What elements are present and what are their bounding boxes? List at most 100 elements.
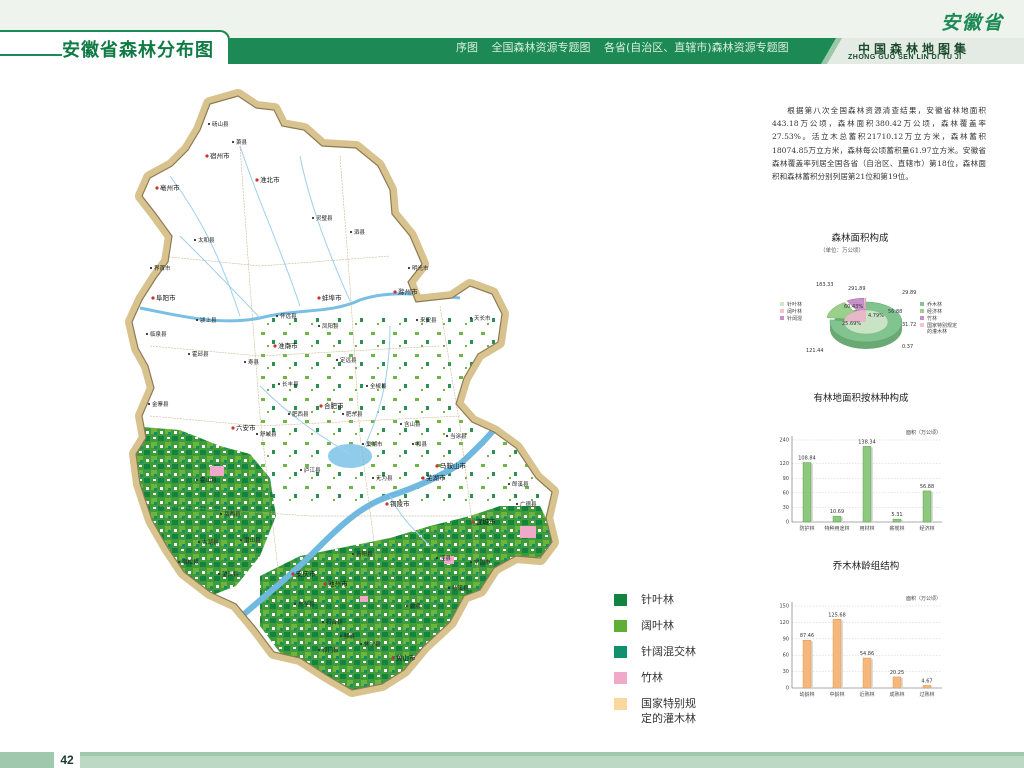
city-dot (351, 552, 355, 556)
bar-ytick: 90 (783, 476, 789, 482)
breadcrumb-item[interactable]: 序图 (456, 41, 478, 54)
city-dot (149, 266, 153, 270)
legend-item-bamboo: 竹林 (614, 670, 734, 696)
footer-inner-band (78, 756, 1024, 768)
city-label: 潜山县 (244, 536, 261, 544)
bar-chart-1-svg: 面积（万公顷） 0 30 60 90 120 240 108.84 防护林 10.69 特种用途林 1… (779, 429, 942, 532)
city-label: 凤阳县 (322, 322, 339, 330)
city-dot (471, 520, 475, 524)
bar-category-label: 中龄林 (829, 691, 844, 698)
city-label: 蚌埠市 (322, 293, 342, 302)
city-label: 望江县 (222, 570, 239, 578)
city-dot (255, 432, 259, 436)
intro-paragraph: 根据第八次全国森林资源清查结果，安徽省林地面积443.18万公顷，森林面积380… (772, 106, 986, 182)
pie-legend-swatch (780, 309, 784, 313)
city-dot (469, 316, 473, 320)
bar-chart-2-title: 乔木林龄组结构 (832, 561, 900, 572)
province-tag: 安徽省 (940, 12, 1004, 34)
city-dot (275, 314, 279, 318)
city-dot (469, 560, 473, 564)
bar-value-label: 5.31 (891, 512, 902, 518)
legend-label: 针叶林 (641, 593, 674, 606)
city-label: 临泉县 (150, 330, 167, 338)
breadcrumb-item[interactable]: 各省(自治区、直辖市)森林资源专题图 (604, 41, 789, 54)
bar-ytick: 60 (783, 653, 789, 659)
bar-category-label: 用材林 (859, 525, 874, 532)
city-dot (277, 382, 281, 386)
city-label: 庐江县 (304, 466, 321, 474)
city-label: 金寨县 (152, 400, 169, 408)
city-dot (319, 404, 323, 408)
bar-ytick: 0 (786, 520, 789, 526)
city-label: 安庆市 (296, 569, 316, 578)
city-dot (195, 478, 199, 482)
city-dot (359, 642, 363, 646)
bar-category-label: 薪炭林 (889, 525, 904, 532)
legend-label: 竹林 (641, 671, 663, 684)
pie-callout: 31.72 (902, 322, 916, 328)
city-dot (365, 384, 369, 388)
bar-rect (802, 462, 812, 523)
page-number: 42 (54, 752, 80, 768)
city-label: 祁门县 (322, 646, 339, 654)
city-label: 肥西县 (292, 411, 309, 418)
city-dot (291, 572, 295, 576)
city-dot (399, 422, 403, 426)
pie-legend-label: 乔木林 (927, 301, 942, 308)
bar-ytick: 150 (779, 604, 789, 610)
city-dot (317, 648, 321, 652)
city-dot (371, 476, 375, 480)
pie-callout: 29.89 (902, 290, 916, 296)
city-label: 来安县 (420, 316, 437, 324)
city-dot (177, 560, 181, 564)
city-label: 巢湖市 (366, 440, 383, 448)
city-label: 含山县 (404, 420, 421, 428)
pie-callout: 4.79% (868, 313, 884, 319)
pie-chart: 183.33 291.89 29.89 56.88 31.72 0.37 121.44 60.… (776, 280, 976, 360)
pie-callout: 60.43% (844, 304, 863, 310)
city-label: 明光市 (412, 264, 429, 272)
bar-rect (832, 515, 842, 523)
bamboo-patch (360, 596, 368, 602)
bar-rect (922, 490, 932, 523)
bar-category-label: 防护林 (799, 525, 814, 532)
city-dot (407, 266, 411, 270)
city-label: 舒城县 (260, 430, 277, 438)
forest-map-svg[interactable]: 宿州市淮北市亳州市阜阳市 蚌埠市淮南市 滁州市合肥市六安市马鞍山市芜湖市安庆市池州市… (60, 86, 630, 718)
city-label: 宿州市 (210, 151, 230, 160)
bar-chart-2: 面积（万公顷） 0 30 60 90 120 150 87.46 幼龄林 125.68 中龄林 54.… (770, 592, 950, 704)
legend-swatch (614, 594, 627, 606)
city-label: 怀远县 (280, 312, 297, 320)
city-label: 泾县 (440, 554, 452, 562)
city-label: 广德县 (520, 500, 537, 508)
city-dot (339, 634, 343, 638)
pie-callout: 25.69% (842, 321, 861, 327)
pie-legend-swatch (920, 309, 924, 313)
city-dot (411, 442, 415, 446)
bar-rect (892, 518, 902, 523)
bar-value-label: 54.86 (860, 651, 874, 657)
city-dot (207, 122, 211, 126)
legend-label: 针阔混交林 (641, 645, 696, 658)
bar-value-label: 56.88 (920, 484, 934, 490)
bar-rect (862, 657, 872, 689)
city-label: 铜陵市 (390, 499, 410, 508)
breadcrumb-item[interactable]: 全国森林资源专题图 (492, 41, 591, 54)
city-dot (293, 602, 297, 606)
bar-category-label: 过熟林 (919, 691, 934, 698)
city-label: 滁州市 (398, 287, 418, 296)
bar-rect (862, 446, 872, 523)
city-label: 绩溪县 (452, 584, 469, 592)
bar-ytick: 30 (783, 505, 789, 511)
pie-chart-svg: 183.33 291.89 29.89 56.88 31.72 0.37 121.44 60.… (780, 282, 957, 354)
city-label: 定远县 (340, 356, 357, 364)
breadcrumb: 序图 全国森林资源专题图 各省(自治区、直辖市)森林资源专题图 (456, 39, 799, 55)
city-dot (341, 412, 345, 416)
title-underline (0, 54, 62, 56)
city-dot (321, 620, 325, 624)
city-label: 霍山县 (200, 476, 217, 484)
city-dot (195, 318, 199, 322)
city-dot (273, 344, 277, 348)
forest-map[interactable]: 宿州市 淮北市 亳州市 阜阳市 蚌埠市 淮南市 滁州市 合肥市 六安市 马鞍山市 芜湖市 安庆市 池州市… (60, 86, 630, 718)
city-label: 太湖县 (202, 538, 219, 546)
